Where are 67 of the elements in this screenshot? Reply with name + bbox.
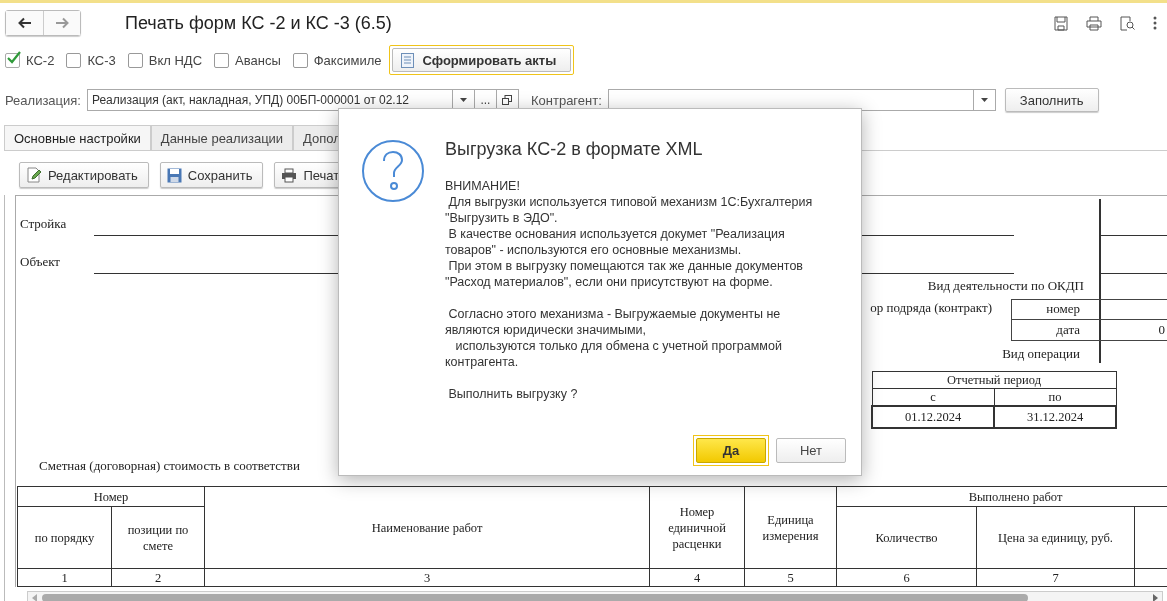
scroll-right-icon[interactable]	[1152, 594, 1158, 601]
column-number-cell: 5	[744, 568, 837, 587]
option-checkbox[interactable]: КС-3	[66, 52, 116, 68]
dropdown-button[interactable]	[973, 89, 996, 111]
horizontal-scrollbar[interactable]	[27, 591, 1163, 601]
preview-icon[interactable]	[1120, 15, 1135, 31]
back-button[interactable]	[6, 11, 43, 35]
table-header-cell: Наименование работ	[204, 486, 650, 569]
save-icon	[166, 167, 182, 183]
option-checkbox[interactable]: КС-2	[5, 52, 55, 68]
option-checkbox[interactable]: Факсимиле	[292, 52, 382, 68]
column-number-cell: 7	[976, 568, 1135, 587]
document-icon	[401, 52, 415, 68]
form-label: Стройка	[20, 216, 67, 232]
print-icon[interactable]	[1086, 15, 1102, 31]
form-label: Вид деятельности по ОКДП	[927, 278, 1084, 294]
checkmark-icon	[6, 50, 21, 65]
generate-acts-button[interactable]: Сформировать акты	[392, 48, 572, 72]
table-header-cell: по порядку	[17, 506, 112, 569]
period-header: с	[872, 388, 994, 406]
print-icon	[281, 167, 298, 183]
form-label: Объект	[20, 254, 60, 270]
forward-arrow-icon	[55, 17, 69, 29]
toolbar-button[interactable]: Редактировать	[19, 162, 149, 188]
dialog-title: Выгрузка КС-2 в формате XML	[445, 139, 704, 160]
tab[interactable]: Основные настройки	[4, 125, 151, 150]
tab[interactable]: Данные реализации	[150, 125, 294, 150]
table-header-cell: Количество	[836, 506, 977, 569]
window-title: Печать форм КС -2 и КС -3 (6.5)	[125, 12, 392, 34]
column-number-cell: 3	[204, 568, 650, 587]
option-checkbox[interactable]: Вкл НДС	[127, 52, 203, 68]
table-header-cell: Выполнено работ	[836, 486, 1167, 507]
dialog-button[interactable]: Нет	[776, 438, 846, 463]
open-window-icon	[502, 95, 513, 105]
fill-button[interactable]: Заполнить	[1004, 88, 1099, 112]
caret-icon	[980, 98, 988, 102]
more-icon[interactable]	[1153, 16, 1157, 30]
realization-label: Реализация:	[5, 92, 81, 108]
table-header-cell: Цена за единицу, руб.	[976, 506, 1135, 569]
contractor-label: Контрагент:	[530, 92, 602, 108]
column-number-cell: 4	[649, 568, 745, 587]
period-date: 01.12.2024	[872, 406, 994, 428]
question-icon	[361, 139, 425, 203]
table-header-cell: Единица измерения	[744, 486, 837, 569]
column-number-cell: 1	[17, 568, 112, 587]
option-checkbox[interactable]: Авансы	[214, 52, 281, 68]
form-label: Вид операции	[1002, 346, 1080, 362]
save-icon[interactable]	[1054, 15, 1068, 31]
dialog-message: ВНИМАНИЕ! Для выгрузки используется типовой механизм 1С:Бухгалтерия "Выгрузить в ЭДО". В качестве основания используется докумет "Реализация товаров" - используются его основные механизмы. При этом в выгрузку помещаются так же данные документов "Расход материалов", если они присутствуют на форме. Согласно этого механизма - Выгружаемые документы не являются юридически значимыми, используются только для обмена с учетной программой контрагента. Выполнить выгрузку ?	[445, 178, 814, 402]
period-date: 31.12.2024	[994, 406, 1116, 428]
caret-icon	[459, 98, 467, 102]
default-button[interactable]: Да	[696, 438, 766, 463]
column-number-cell: 2	[111, 568, 205, 587]
date-value: 0	[1158, 322, 1165, 338]
table-header-cell: Номер	[17, 486, 205, 507]
column-number-cell: 6	[836, 568, 977, 587]
form-label: дата	[1056, 322, 1080, 338]
realization-field[interactable]: Реализация (акт, накладная, УПД) 00БП-000001 от 02.12	[86, 89, 453, 111]
back-arrow-icon	[17, 17, 32, 29]
contractor-field[interactable]	[607, 89, 974, 111]
table-header-cell: Номер единичной расценки	[649, 486, 745, 569]
estimate-text: Сметная (договорная) стоимость в соответстви	[39, 458, 300, 474]
form-label: номер	[1046, 301, 1080, 317]
toolbar-button[interactable]: Сохранить	[159, 162, 264, 188]
edit-icon	[26, 167, 42, 183]
period-title: Отчетный период	[872, 371, 1116, 389]
form-label: ор подряда (контракт)	[870, 300, 992, 316]
